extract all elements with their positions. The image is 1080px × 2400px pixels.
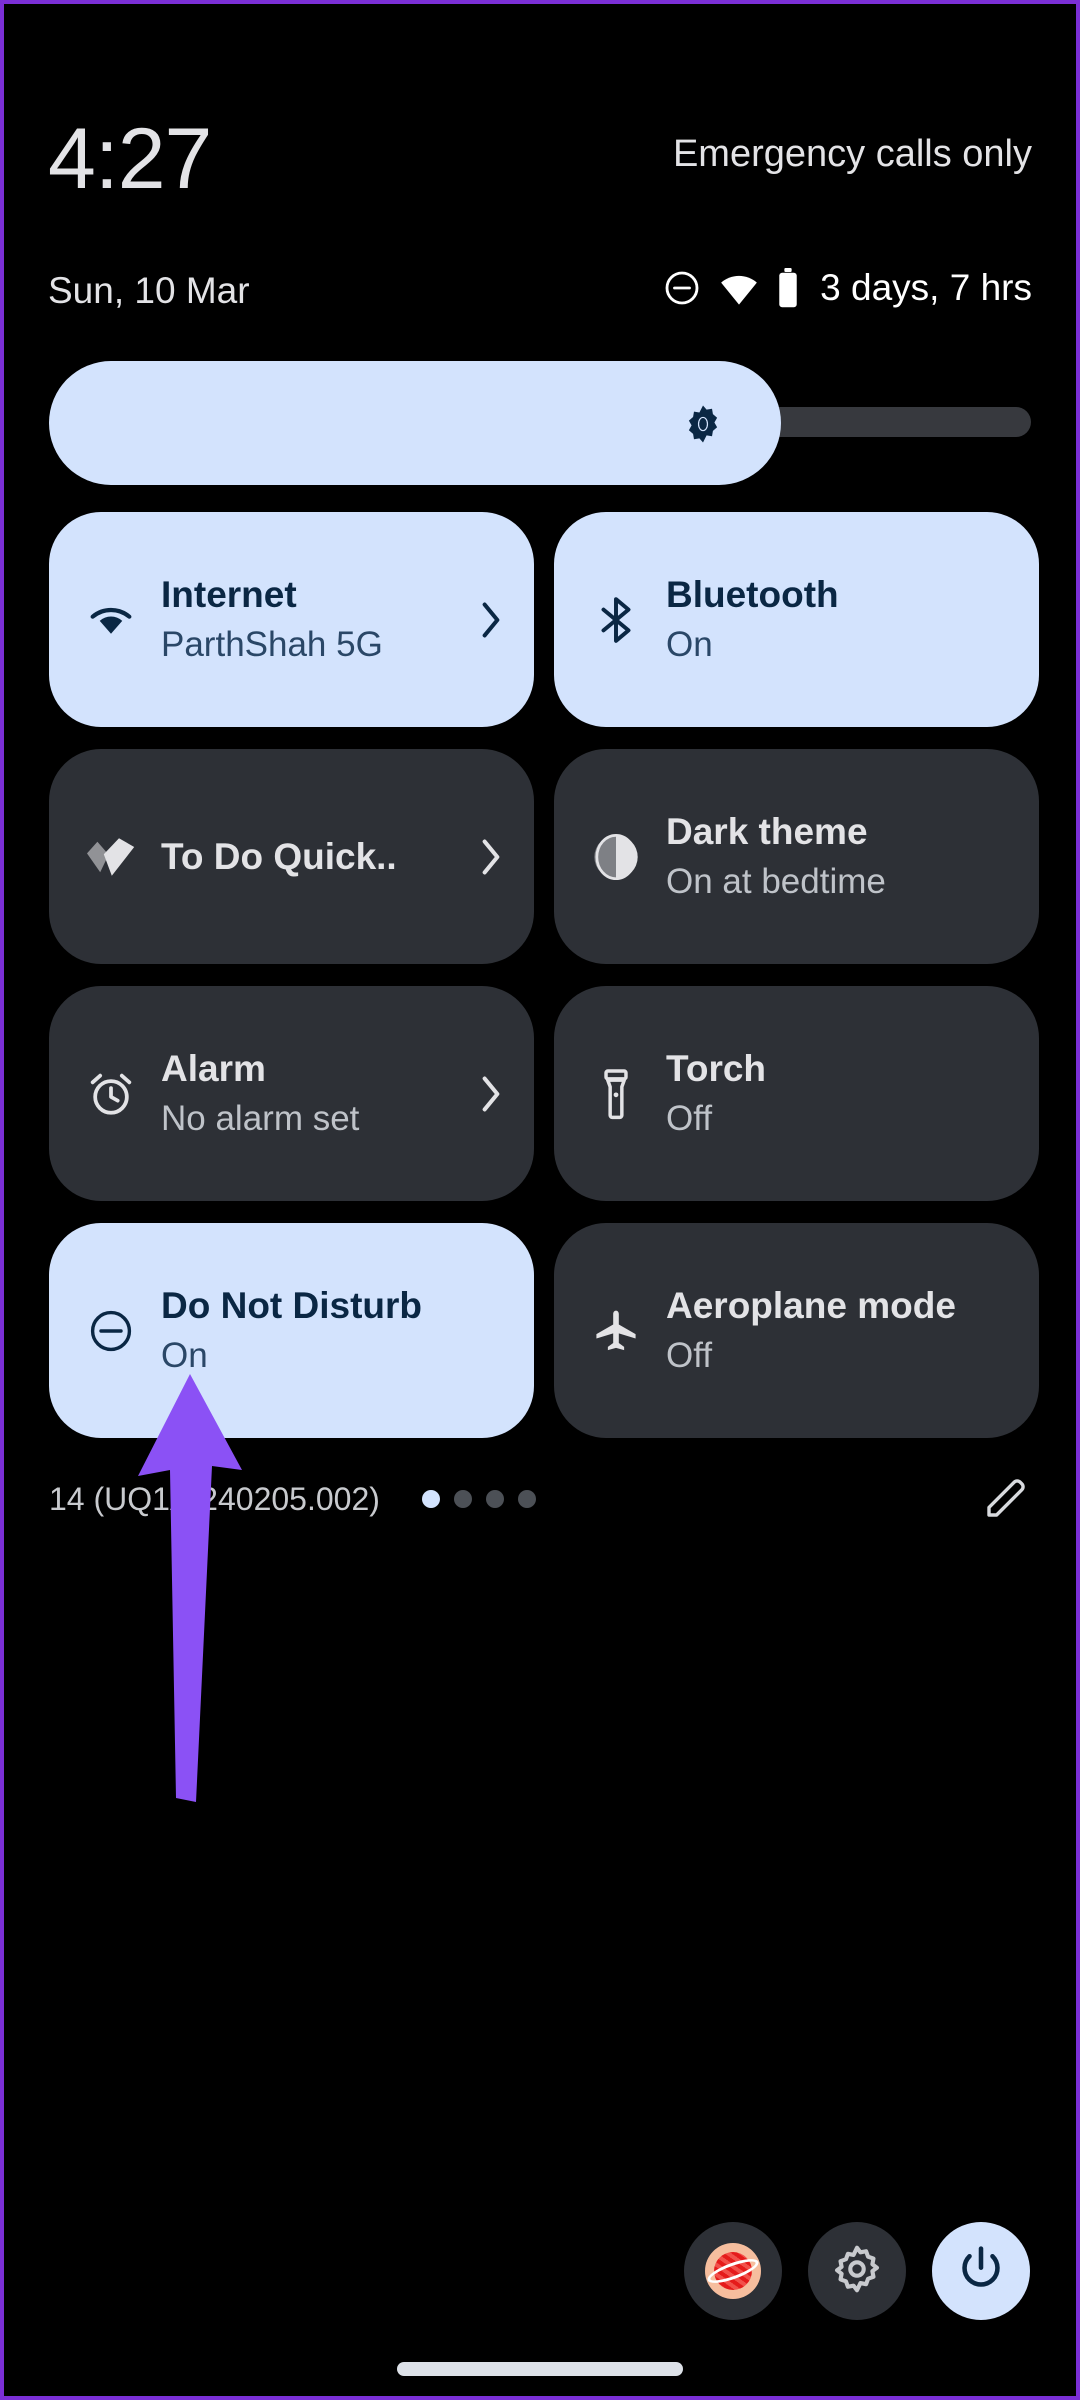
qs-tile-bluetooth[interactable]: Bluetooth On — [554, 512, 1039, 727]
bluetooth-icon — [588, 592, 644, 648]
qs-tile-label: Alarm — [161, 1047, 266, 1089]
wifi-icon — [83, 592, 139, 648]
qs-tile-text: Internet ParthShah 5G — [161, 571, 468, 669]
date-label: Sun, 10 Mar — [48, 270, 250, 311]
qs-tile-label: Torch — [666, 1047, 767, 1089]
battery-remaining-label: 3 days, 7 hrs — [820, 267, 1032, 308]
edit-tiles-button[interactable] — [979, 1473, 1031, 1525]
torch-icon — [588, 1066, 644, 1122]
alarm-icon — [83, 1066, 139, 1122]
status-header: 4:27 Emergency calls only Sun, 10 Mar 3 … — [4, 111, 1076, 311]
chevron-right-icon[interactable] — [476, 597, 506, 643]
user-avatar-button[interactable] — [684, 2222, 782, 2320]
qs-tile-aeroplane-mode[interactable]: Aeroplane mode Off — [554, 1223, 1039, 1438]
qs-tile-label: To Do Quick.. — [161, 835, 397, 877]
gear-icon — [831, 2243, 883, 2300]
status-icon-tray: 3 days, 7 hrs — [662, 266, 1032, 310]
brightness-icon — [682, 403, 724, 445]
qs-tile-text: To Do Quick.. — [161, 833, 468, 881]
lockscreen-clock: 4:27 — [48, 111, 212, 207]
home-indicator[interactable] — [397, 2362, 683, 2376]
brightness-slider[interactable] — [49, 361, 1031, 485]
qs-tile-text: Dark theme On at bedtime — [666, 808, 1011, 906]
qs-tile-sublabel: Off — [666, 1098, 713, 1138]
qs-tile-sublabel: On — [666, 624, 713, 664]
page-dot-1[interactable] — [421, 1490, 440, 1508]
quick-settings-footer: 14 (UQ1A.240205.002) — [49, 1464, 1031, 1534]
qs-tile-sublabel: On — [161, 1335, 208, 1375]
build-version-label: 14 (UQ1A.240205.002) — [49, 1481, 380, 1517]
page-dot-2[interactable] — [453, 1490, 472, 1508]
carrier-status-label: Emergency calls only — [672, 133, 1032, 175]
settings-button[interactable] — [808, 2222, 906, 2320]
qs-tile-label: Internet — [161, 573, 297, 615]
planet-avatar-icon — [705, 2243, 761, 2299]
brightness-slider-fill[interactable] — [49, 361, 781, 485]
bottom-action-bar — [684, 2222, 1030, 2320]
do-not-disturb-icon — [662, 268, 702, 308]
qs-tile-label: Aeroplane mode — [666, 1284, 956, 1326]
todo-check-icon — [83, 829, 139, 885]
page-indicator[interactable] — [421, 1490, 536, 1508]
wifi-icon — [718, 267, 760, 309]
pencil-icon — [981, 1473, 1029, 1526]
qs-tile-text: Torch Off — [666, 1045, 1011, 1143]
page-dot-4[interactable] — [517, 1490, 536, 1508]
power-button[interactable] — [932, 2222, 1030, 2320]
qs-tile-torch[interactable]: Torch Off — [554, 986, 1039, 1201]
qs-tile-sublabel: On at bedtime — [666, 861, 886, 901]
power-icon — [955, 2243, 1007, 2300]
qs-tile-label: Do Not Disturb — [161, 1284, 423, 1326]
quick-settings-tile-grid: Internet ParthShah 5G Bluetooth On To Do… — [49, 512, 1039, 1438]
page-dot-3[interactable] — [485, 1490, 504, 1508]
qs-tile-label: Bluetooth — [666, 573, 839, 615]
qs-tile-internet[interactable]: Internet ParthShah 5G — [49, 512, 534, 727]
qs-tile-alarm[interactable]: Alarm No alarm set — [49, 986, 534, 1201]
qs-tile-label: Dark theme — [666, 810, 868, 852]
qs-tile-text: Bluetooth On — [666, 571, 1011, 669]
qs-tile-text: Alarm No alarm set — [161, 1045, 468, 1143]
phone-screen: 4:27 Emergency calls only Sun, 10 Mar 3 … — [0, 0, 1080, 2400]
battery-icon — [776, 268, 800, 308]
dark-theme-icon — [588, 829, 644, 885]
qs-tile-sublabel: No alarm set — [161, 1098, 360, 1138]
qs-tile-dark-theme[interactable]: Dark theme On at bedtime — [554, 749, 1039, 964]
do-not-disturb-icon — [83, 1303, 139, 1359]
aeroplane-icon — [588, 1303, 644, 1359]
qs-tile-do-not-disturb[interactable]: Do Not Disturb On — [49, 1223, 534, 1438]
chevron-right-icon[interactable] — [476, 834, 506, 880]
qs-tile-sublabel: Off — [666, 1335, 713, 1375]
qs-tile-sublabel: ParthShah 5G — [161, 624, 383, 664]
qs-tile-text: Aeroplane mode Off — [666, 1282, 1011, 1380]
annotation-arrow — [138, 1374, 242, 1802]
qs-tile-text: Do Not Disturb On — [161, 1282, 506, 1380]
chevron-right-icon[interactable] — [476, 1071, 506, 1117]
qs-tile-to-do-quick[interactable]: To Do Quick.. — [49, 749, 534, 964]
